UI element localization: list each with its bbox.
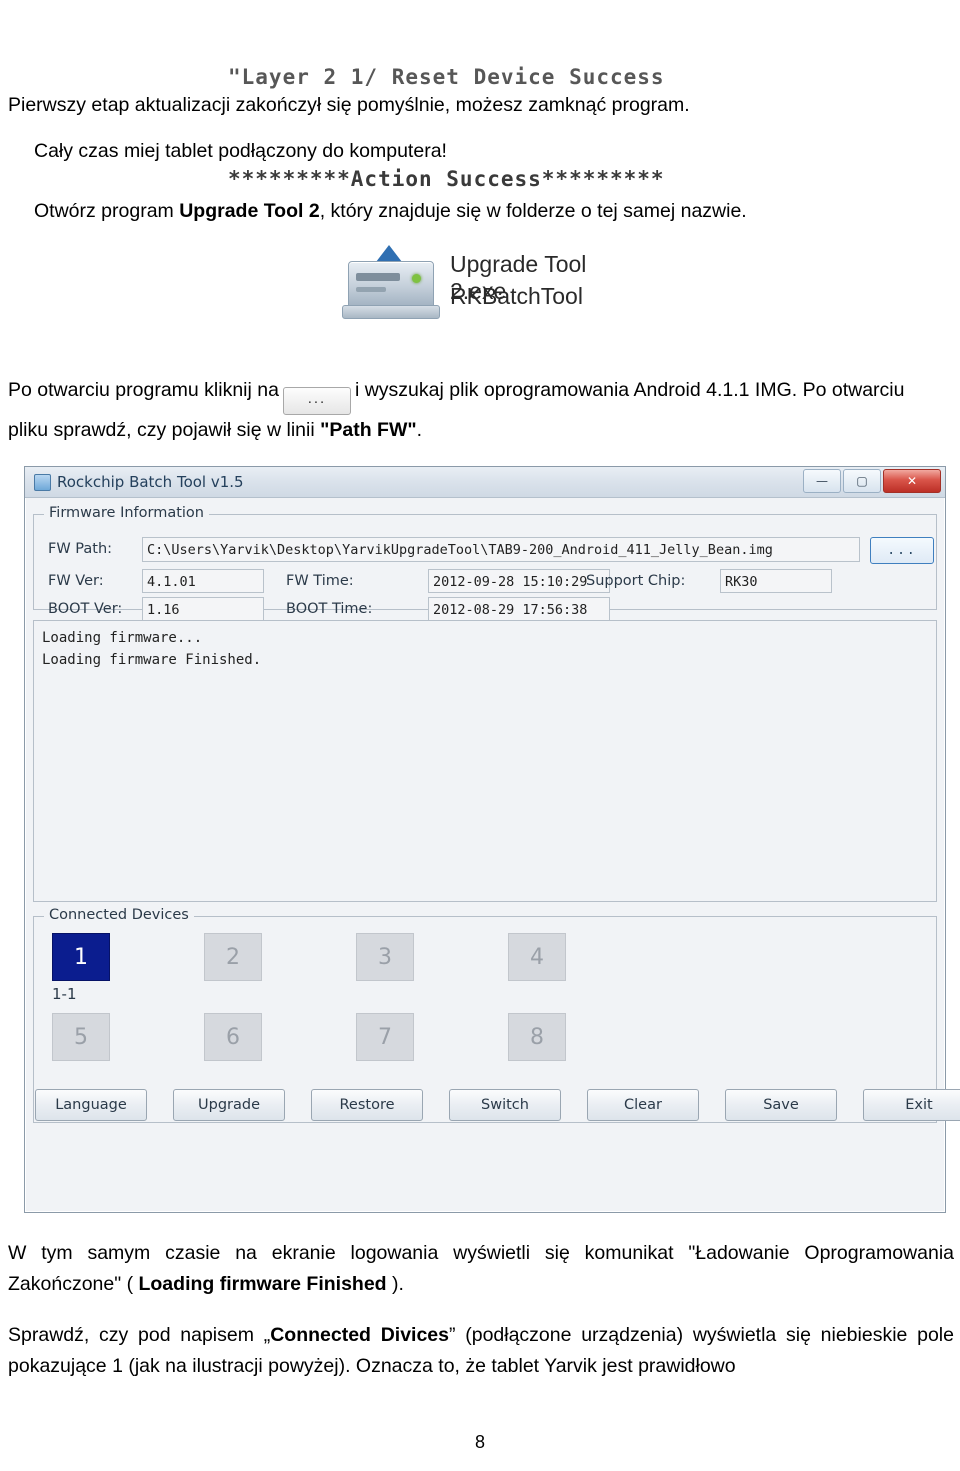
paragraph-6: Sprawdź, czy pod napisem „Connected Divi…	[8, 1320, 954, 1382]
device-slot-1-sub: 1-1	[52, 985, 77, 1003]
upgrade-tool-icon-block: Upgrade Tool 2.exe RKBatchTool	[340, 245, 640, 327]
upgrade-tool-sub-label: RKBatchTool	[450, 283, 583, 309]
devices-row-1: 1 1-1 2 3 4	[52, 933, 912, 1003]
log-output: Loading firmware... Loading firmware Fin…	[33, 620, 937, 902]
maximize-button[interactable]: ▢	[843, 469, 881, 493]
device-slot-3[interactable]: 3	[356, 933, 414, 981]
boot-time-value: 2012-08-29 17:56:38	[428, 597, 610, 621]
log-line-1: Loading firmware...	[42, 630, 203, 646]
switch-button[interactable]: Switch	[449, 1089, 561, 1121]
rockchip-batch-tool-window: Rockchip Batch Tool v1.5 — ▢ ✕ Firmware …	[24, 466, 960, 1213]
paragraph-6-bold: Connected Divices	[270, 1324, 449, 1346]
device-cell-3[interactable]: 3	[356, 933, 414, 1003]
boot-ver-value: 1.16	[142, 597, 264, 621]
support-chip-value: RK30	[720, 569, 832, 593]
console-line-1: "Layer 2 1/ Reset Device Success	[228, 65, 665, 89]
close-button[interactable]: ✕	[883, 469, 941, 493]
device-slot-2-sub	[204, 985, 260, 1003]
paragraph-1: Pierwszy etap aktualizacji zakończył się…	[8, 94, 690, 116]
device-cell-4[interactable]: 4	[508, 933, 566, 1003]
firmware-information-group: Firmware Information FW Path: C:\Users\Y…	[33, 505, 937, 621]
clear-button[interactable]: Clear	[587, 1089, 699, 1121]
app-icon	[34, 474, 51, 491]
fw-time-label: FW Time:	[286, 573, 354, 589]
paragraph-4-end: .	[416, 419, 423, 441]
paragraph-3-bold: Upgrade Tool 2	[179, 200, 320, 222]
paragraph-5-bold: Loading firmware Finished	[138, 1273, 387, 1295]
log-line-2: Loading firmware Finished.	[42, 652, 262, 668]
device-slot-1[interactable]: 1	[52, 933, 110, 981]
paragraph-2: Cały czas miej tablet podłączony do komp…	[34, 140, 447, 162]
device-led-icon	[412, 274, 421, 283]
inline-browse-button[interactable]: ...	[282, 387, 351, 415]
window-titlebar: Rockchip Batch Tool v1.5 — ▢ ✕	[25, 467, 945, 498]
upgrade-button[interactable]: Upgrade	[173, 1089, 285, 1121]
boot-time-label: BOOT Time:	[286, 601, 373, 617]
paragraph-3-post: , który znajduje się w folderze o tej sa…	[319, 200, 747, 222]
paragraph-3-pre: Otwórz program	[34, 200, 180, 222]
device-slot-6[interactable]: 6	[204, 1013, 262, 1061]
device-cell-6[interactable]: 6	[204, 1013, 262, 1061]
window-title: Rockchip Batch Tool v1.5	[57, 473, 244, 491]
device-cell-8[interactable]: 8	[508, 1013, 566, 1061]
fw-path-browse-button[interactable]: ...	[870, 537, 934, 564]
paragraph-5: W tym samym czasie na ekranie logowania …	[8, 1238, 954, 1300]
device-slot-3-sub	[356, 985, 412, 1003]
action-button-row: Language Upgrade Restore Switch Clear Sa…	[35, 1089, 960, 1121]
fw-time-value: 2012-09-28 15:10:29	[428, 569, 610, 593]
paragraph-6-pre: Sprawdź, czy pod napisem „	[8, 1324, 271, 1346]
device-slot-8[interactable]: 8	[508, 1013, 566, 1061]
device-cell-7[interactable]: 7	[356, 1013, 414, 1061]
devices-row-2: 5 6 7 8	[52, 1013, 912, 1061]
upgrade-tool-icon	[340, 245, 440, 323]
boot-ver-label: BOOT Ver:	[48, 601, 123, 617]
paragraph-4-pre: Po otwarciu programu kliknij na	[8, 379, 279, 401]
fw-path-label: FW Path:	[48, 541, 113, 557]
exit-button[interactable]: Exit	[863, 1089, 960, 1121]
device-body-shape	[348, 261, 434, 309]
fw-ver-value: 4.1.01	[142, 569, 264, 593]
restore-button[interactable]: Restore	[311, 1089, 423, 1121]
paragraph-5-post: ).	[386, 1273, 404, 1295]
device-slot-shape	[356, 273, 400, 281]
device-cell-5[interactable]: 5	[52, 1013, 110, 1061]
paragraph-4-bold: "Path FW"	[320, 419, 417, 441]
devices-grid: 1 1-1 2 3 4 5 6 7 8	[52, 933, 912, 1071]
device-slot-4[interactable]: 4	[508, 933, 566, 981]
page-number: 8	[474, 1432, 485, 1452]
device-slot-shape-2	[356, 287, 386, 292]
console-line-2: *********Action Success*********	[228, 167, 665, 191]
device-slot-5[interactable]: 5	[52, 1013, 110, 1061]
window-body: Firmware Information FW Path: C:\Users\Y…	[25, 498, 960, 1131]
language-button[interactable]: Language	[35, 1089, 147, 1121]
firmware-group-legend: Firmware Information	[44, 505, 209, 521]
minimize-button[interactable]: —	[803, 469, 841, 493]
save-button[interactable]: Save	[725, 1089, 837, 1121]
window-controls: — ▢ ✕	[803, 469, 941, 493]
device-base-shape	[342, 305, 440, 319]
device-slot-4-sub	[508, 985, 564, 1003]
paragraph-4: Po otwarciu programu kliknij na... i wysz…	[8, 375, 948, 446]
fw-ver-label: FW Ver:	[48, 573, 104, 589]
connected-devices-legend: Connected Devices	[44, 907, 194, 923]
device-slot-7[interactable]: 7	[356, 1013, 414, 1061]
support-chip-label: Support Chip:	[586, 573, 686, 589]
device-cell-2[interactable]: 2	[204, 933, 262, 1003]
device-slot-2[interactable]: 2	[204, 933, 262, 981]
paragraph-3: Otwórz program Upgrade Tool 2, który zna…	[34, 196, 934, 227]
fw-path-input[interactable]: C:\Users\Yarvik\Desktop\YarvikUpgradeToo…	[142, 537, 860, 562]
device-cell-1[interactable]: 1 1-1	[52, 933, 110, 1003]
